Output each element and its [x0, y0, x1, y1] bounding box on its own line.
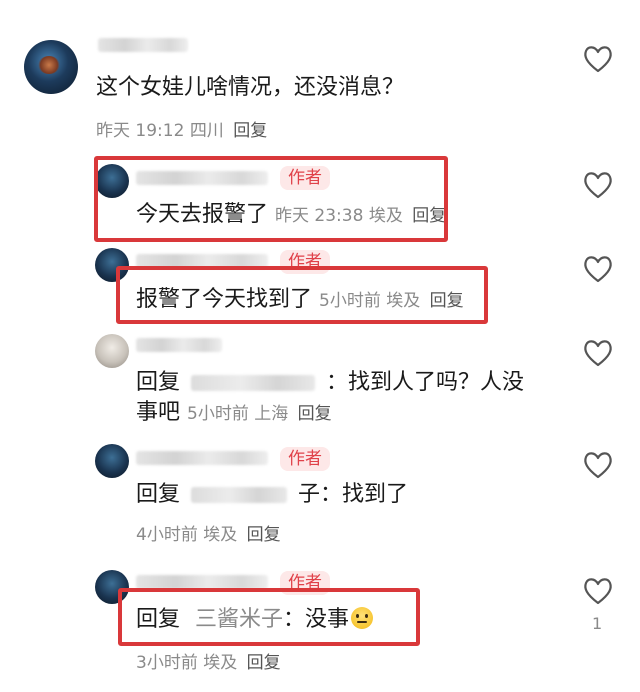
reply-target-blurred[interactable] [191, 487, 288, 503]
comment-time: 昨天 19:12 [96, 121, 185, 141]
heart-icon [584, 172, 612, 199]
like-button[interactable] [582, 254, 614, 284]
heart-icon [584, 46, 612, 73]
avatar[interactable] [95, 444, 129, 478]
reply-prefix: 回复 [136, 482, 181, 507]
author-badge: 作者 [280, 447, 330, 471]
comment-time: 4小时前 [136, 525, 198, 545]
like-button[interactable] [582, 170, 614, 200]
reply-button[interactable]: 回复 [298, 404, 332, 424]
comment-location: 埃及 [203, 653, 238, 673]
like-button[interactable] [582, 450, 614, 480]
highlight-box [118, 588, 420, 646]
like-button[interactable] [582, 576, 614, 606]
username-blurred[interactable] [136, 451, 268, 465]
comment-location: 上海 [254, 404, 289, 424]
like-button[interactable] [582, 338, 614, 368]
reply-prefix: 回复 [136, 370, 181, 395]
comment-text: 这个女娃儿啥情况，还没消息？ [96, 75, 405, 100]
heart-icon [584, 340, 612, 367]
comment-meta: 4小时前 埃及 回复 [136, 520, 281, 545]
comment-location: 四川 [189, 121, 224, 141]
comment-meta: 3小时前 埃及 回复 [136, 648, 281, 673]
comment-text: 回复 ：找到人了吗？人没 [136, 369, 524, 397]
heart-icon [584, 256, 612, 283]
comment-meta: 昨天 19:12 四川 回复 [96, 116, 267, 141]
highlight-box [116, 266, 488, 324]
comment-time: 5小时前 [187, 404, 249, 424]
avatar[interactable] [24, 40, 78, 94]
comment-location: 埃及 [203, 525, 238, 545]
heart-icon [584, 578, 612, 605]
reply-button[interactable]: 回复 [247, 525, 281, 545]
like-count: 1 [592, 614, 603, 633]
comment-body-line2: 事吧 [136, 400, 181, 425]
comment-text: 回复 子：找到了 [136, 481, 408, 509]
avatar[interactable] [95, 334, 129, 368]
comment-text-line2: 事吧 5小时前 上海 回复 [136, 399, 332, 428]
comment-body: 子：找到了 [298, 482, 409, 507]
comment-time: 3小时前 [136, 653, 198, 673]
username-blurred[interactable] [136, 575, 268, 589]
like-button[interactable] [582, 44, 614, 74]
reply-button[interactable]: 回复 [233, 121, 267, 141]
reply-target-blurred[interactable] [191, 375, 316, 391]
heart-icon [584, 452, 612, 479]
username-blurred[interactable] [98, 38, 188, 52]
comment-body: ：找到人了吗？人没 [326, 370, 525, 395]
highlight-box [94, 156, 448, 242]
reply-button[interactable]: 回复 [247, 653, 281, 673]
comment-meta: 5小时前 上海 回复 [187, 404, 332, 424]
username-blurred[interactable] [136, 338, 222, 352]
